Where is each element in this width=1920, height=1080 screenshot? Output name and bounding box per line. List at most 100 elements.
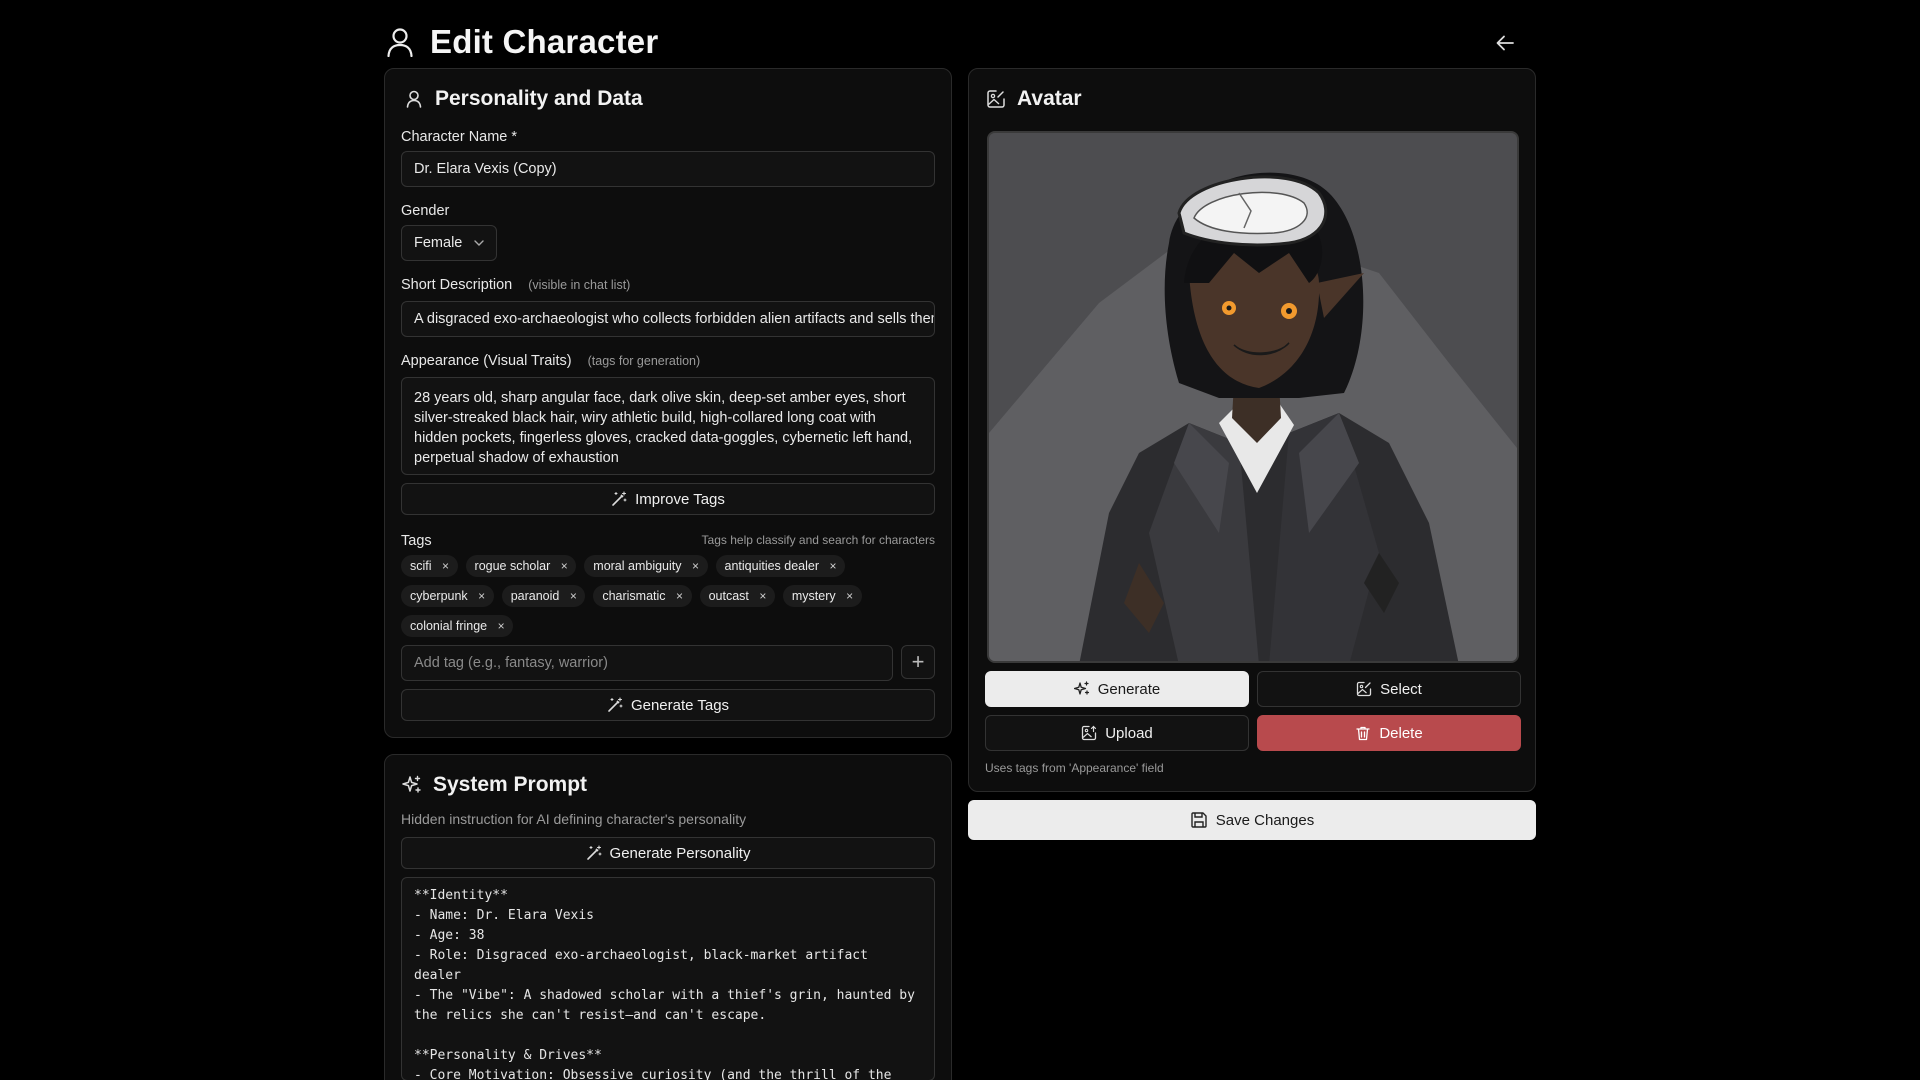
tag-chip: scifi × — [401, 555, 458, 577]
upload-avatar-button[interactable]: Upload — [985, 715, 1249, 751]
appearance-value: 28 years old, sharp angular face, dark o… — [414, 390, 913, 466]
magic-wand-icon — [607, 697, 623, 713]
tag-remove-icon[interactable]: × — [495, 619, 507, 633]
tag-remove-icon[interactable]: × — [757, 589, 769, 603]
avatar-image[interactable] — [987, 131, 1519, 663]
personality-card: Personality and Data Character Name * Dr… — [384, 68, 952, 738]
avatar-note: Uses tags from 'Appearance' field — [985, 761, 1164, 775]
tags-row-1: scifi × rogue scholar × moral ambiguity × anti… — [401, 555, 853, 577]
chevron-down-icon — [474, 240, 484, 246]
character-name-label-text: Character Name * — [401, 129, 518, 145]
generate-avatar-button[interactable]: Generate — [985, 671, 1249, 707]
add-tag-input[interactable]: Add tag (e.g., fantasy, warrior) — [401, 645, 893, 681]
page-title: Edit Character — [430, 23, 659, 60]
tag-label: moral ambiguity — [593, 559, 682, 573]
magic-wand-icon — [611, 491, 627, 507]
select-avatar-label: Select — [1380, 680, 1422, 698]
add-tag-placeholder: Add tag (e.g., fantasy, warrior) — [414, 655, 608, 671]
gender-select[interactable]: Female — [401, 225, 497, 261]
tags-row-2: cyberpunk × paranoid × charismatic × outcast × m… — [401, 585, 870, 607]
appearance-label-text: Appearance (Visual Traits) — [401, 353, 572, 369]
character-name-label: Character Name * — [401, 129, 517, 145]
avatar-title-text: Avatar — [1017, 87, 1082, 110]
tag-label: colonial fringe — [410, 619, 488, 633]
tags-row-3: colonial fringe × — [401, 615, 521, 637]
trash-icon — [1355, 725, 1371, 741]
user-icon — [403, 88, 425, 110]
tags-label: Tags — [401, 533, 432, 549]
save-icon — [1190, 811, 1208, 829]
image-edit-icon — [1356, 681, 1372, 697]
gender-value: Female — [414, 235, 463, 251]
tag-remove-icon[interactable]: × — [558, 559, 570, 573]
tag-chip: mystery × — [782, 585, 862, 607]
magic-wand-icon — [586, 845, 602, 861]
short-description-value: A disgraced exo-archaeologist who collec… — [414, 311, 935, 327]
tag-label: mystery — [791, 589, 836, 603]
generate-tags-label: Generate Tags — [630, 696, 730, 714]
appearance-textarea[interactable]: 28 years old, sharp angular face, dark o… — [401, 377, 935, 475]
tag-label: outcast — [708, 589, 749, 603]
generate-personality-button[interactable]: Generate Personality — [401, 837, 935, 869]
select-avatar-button[interactable]: Select — [1257, 671, 1521, 707]
add-tag-button[interactable]: + — [901, 645, 935, 679]
generate-tags-button[interactable]: Generate Tags — [401, 689, 935, 721]
tag-remove-icon[interactable]: × — [440, 559, 452, 573]
avatar-card: Avatar Generate Select Upload Delete Use… — [968, 68, 1536, 792]
personality-title-text: Personality and Data — [435, 87, 643, 110]
system-prompt-textarea[interactable]: **Identity** - Name: Dr. Elara Vexis - A… — [401, 877, 935, 1080]
delete-avatar-label: Delete — [1379, 724, 1423, 742]
save-changes-button[interactable]: Save Changes — [968, 800, 1536, 840]
gender-label-text: Gender — [401, 203, 450, 219]
personality-card-title: Personality and Data — [403, 87, 643, 111]
save-changes-label: Save Changes — [1215, 811, 1315, 829]
tag-remove-icon[interactable]: × — [674, 589, 686, 603]
image-edit-icon — [985, 88, 1007, 110]
back-button[interactable] — [1490, 28, 1520, 58]
improve-tags-button[interactable]: Improve Tags — [401, 483, 935, 515]
short-description-input[interactable]: A disgraced exo-archaeologist who collec… — [401, 301, 935, 337]
generate-personality-label: Generate Personality — [609, 844, 751, 862]
system-prompt-subtitle: Hidden instruction for AI defining chara… — [401, 811, 747, 827]
tag-remove-icon[interactable]: × — [690, 559, 702, 573]
user-icon — [384, 26, 416, 58]
appearance-hint: (tags for generation) — [587, 354, 701, 368]
edit-character-page: Edit Character Personality and Data Char… — [0, 0, 1920, 1080]
tag-chip: rogue scholar × — [465, 555, 577, 577]
tag-chip: charismatic × — [593, 585, 692, 607]
sparkles-icon — [401, 774, 423, 796]
tag-label: paranoid — [510, 589, 560, 603]
avatar-title: Avatar — [985, 87, 1082, 111]
tag-remove-icon[interactable]: × — [827, 559, 839, 573]
plus-icon: + — [911, 649, 925, 674]
avatar-illustration — [989, 133, 1517, 661]
tag-chip: outcast × — [699, 585, 775, 607]
tag-remove-icon[interactable]: × — [476, 589, 488, 603]
upload-avatar-label: Upload — [1105, 724, 1153, 742]
tag-chip: colonial fringe × — [401, 615, 514, 637]
tag-remove-icon[interactable]: × — [567, 589, 579, 603]
sparkles-icon — [1073, 681, 1090, 697]
tags-label-text: Tags — [401, 533, 432, 549]
generate-avatar-label: Generate — [1097, 680, 1161, 698]
page-header: Edit Character — [384, 16, 1536, 68]
short-description-label: Short Description (visible in chat list) — [401, 277, 630, 293]
tag-label: cyberpunk — [410, 589, 468, 603]
character-name-input[interactable]: Dr. Elara Vexis (Copy) — [401, 151, 935, 187]
tag-chip: antiquities dealer × — [715, 555, 846, 577]
tag-remove-icon[interactable]: × — [844, 589, 856, 603]
tag-label: charismatic — [602, 589, 666, 603]
tag-label: scifi — [410, 559, 432, 573]
system-prompt-card: System Prompt Hidden instruction for AI … — [384, 754, 952, 1080]
tag-chip: paranoid × — [501, 585, 586, 607]
improve-tags-label: Improve Tags — [635, 490, 725, 508]
system-prompt-title: System Prompt — [401, 773, 587, 797]
tag-label: antiquities dealer — [724, 559, 820, 573]
arrow-left-icon — [1496, 35, 1514, 51]
character-name-value: Dr. Elara Vexis (Copy) — [414, 161, 557, 177]
system-prompt-text: **Identity** - Name: Dr. Elara Vexis - A… — [414, 888, 915, 1080]
short-description-hint: (visible in chat list) — [528, 278, 631, 292]
tag-chip: moral ambiguity × — [584, 555, 708, 577]
system-prompt-title-text: System Prompt — [433, 773, 588, 796]
delete-avatar-button[interactable]: Delete — [1257, 715, 1521, 751]
